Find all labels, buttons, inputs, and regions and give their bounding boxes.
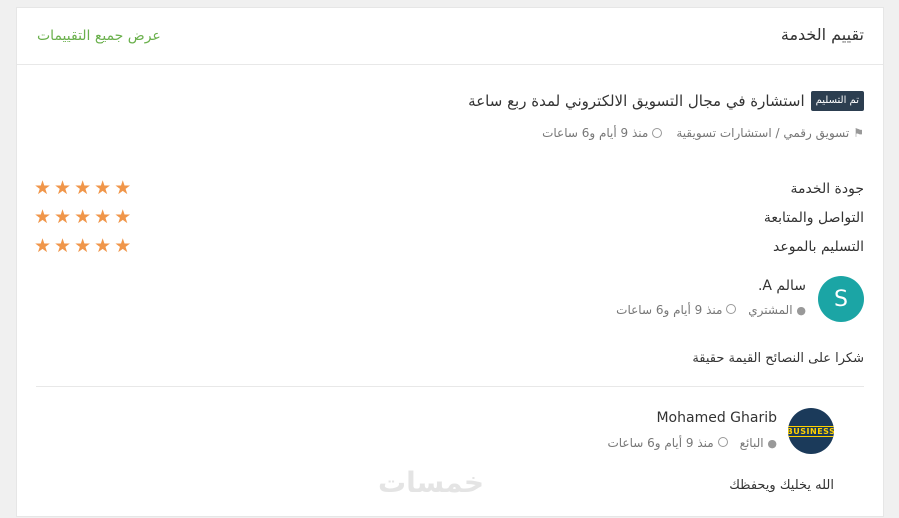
rating-stars: ★ ★ ★ ★ ★ bbox=[34, 237, 131, 256]
ratings-list: جودة الخدمة ★ ★ ★ ★ ★ التواصل والمتابعة ★ ★ ★ ★… bbox=[34, 174, 864, 261]
review-time: منذ 9 أيام و6 ساعات bbox=[616, 303, 723, 317]
star-icon: ★ bbox=[94, 206, 112, 228]
review-text: شكرا على النصائح القيمة حقيقة bbox=[692, 351, 864, 366]
time-item: منذ 9 أيام و6 ساعات bbox=[616, 303, 737, 317]
service-title[interactable]: استشارة في مجال التسويق الالكتروني لمدة … bbox=[468, 92, 804, 110]
seller-meta: ● البائع منذ 9 أيام و6 ساعات bbox=[607, 436, 777, 450]
rating-label: التسليم بالموعد bbox=[773, 238, 864, 255]
seller-reply: BUSINESS Mohamed Gharib ● البائع منذ 9 أ… bbox=[234, 408, 834, 518]
card-title: تقييم الخدمة bbox=[780, 25, 864, 44]
tag-icon: ⚑ bbox=[853, 126, 864, 140]
reviewer-meta: ● المشتري منذ 9 أيام و6 ساعات bbox=[616, 303, 806, 317]
rating-stars: ★ ★ ★ ★ ★ bbox=[34, 179, 131, 198]
star-icon: ★ bbox=[34, 235, 52, 257]
delivered-badge: تم التسليم bbox=[810, 91, 864, 111]
star-icon: ★ bbox=[54, 206, 72, 228]
seller-avatar[interactable]: BUSINESS bbox=[788, 408, 834, 454]
divider bbox=[36, 386, 864, 387]
avatar[interactable]: S bbox=[818, 276, 864, 322]
rating-row: التواصل والمتابعة ★ ★ ★ ★ ★ bbox=[34, 203, 864, 232]
star-icon: ★ bbox=[94, 235, 112, 257]
star-icon: ★ bbox=[114, 177, 132, 199]
star-icon: ★ bbox=[54, 177, 72, 199]
service-meta: ⚑ تسويق رقمي / استشارات تسويقية منذ 9 أي… bbox=[542, 126, 864, 140]
star-icon: ★ bbox=[94, 177, 112, 199]
time-item: منذ 9 أيام و6 ساعات bbox=[542, 126, 663, 140]
category-link[interactable]: تسويق رقمي / استشارات تسويقية bbox=[676, 126, 849, 140]
seller-role: البائع bbox=[739, 436, 764, 450]
rating-row: جودة الخدمة ★ ★ ★ ★ ★ bbox=[34, 174, 864, 203]
star-icon: ★ bbox=[114, 235, 132, 257]
rating-row: التسليم بالموعد ★ ★ ★ ★ ★ bbox=[34, 232, 864, 261]
reviewer-name[interactable]: سالم A. bbox=[758, 278, 806, 294]
rating-stars: ★ ★ ★ ★ ★ bbox=[34, 208, 131, 227]
view-all-reviews-link[interactable]: عرض جميع التقييمات bbox=[37, 28, 161, 44]
clock-icon bbox=[726, 304, 737, 314]
service-time: منذ 9 أيام و6 ساعات bbox=[542, 126, 649, 140]
star-icon: ★ bbox=[34, 177, 52, 199]
star-icon: ★ bbox=[74, 177, 92, 199]
reviewer-role: المشتري bbox=[748, 303, 793, 317]
reply-time: منذ 9 أيام و6 ساعات bbox=[607, 436, 714, 450]
rating-label: التواصل والمتابعة bbox=[763, 209, 864, 226]
user-icon: ● bbox=[796, 304, 806, 317]
avatar-logo-text: BUSINESS bbox=[788, 425, 834, 437]
buyer-review: S سالم A. ● المشتري منذ 9 أيام و6 ساعات … bbox=[36, 276, 864, 376]
role-item: ● البائع bbox=[740, 436, 777, 450]
star-icon: ★ bbox=[114, 206, 132, 228]
clock-icon bbox=[717, 437, 728, 447]
star-icon: ★ bbox=[74, 235, 92, 257]
clock-icon bbox=[652, 128, 663, 138]
reply-text: الله يخليك ويحفظك bbox=[729, 478, 834, 493]
star-icon: ★ bbox=[34, 206, 52, 228]
card-header: تقييم الخدمة عرض جميع التقييمات bbox=[17, 8, 883, 65]
service-line: تم التسليم استشارة في مجال التسويق الالك… bbox=[468, 91, 864, 111]
user-icon: ● bbox=[767, 437, 777, 450]
role-item: ● المشتري bbox=[748, 303, 806, 317]
star-icon: ★ bbox=[54, 235, 72, 257]
review-card: تقييم الخدمة عرض جميع التقييمات تم التسل… bbox=[16, 7, 884, 517]
time-item: منذ 9 أيام و6 ساعات bbox=[607, 436, 728, 450]
category-item: ⚑ تسويق رقمي / استشارات تسويقية bbox=[676, 126, 864, 140]
rating-label: جودة الخدمة bbox=[790, 180, 864, 197]
star-icon: ★ bbox=[74, 206, 92, 228]
watermark-logo: خمسات bbox=[378, 466, 485, 499]
seller-name[interactable]: Mohamed Gharib bbox=[656, 410, 777, 426]
